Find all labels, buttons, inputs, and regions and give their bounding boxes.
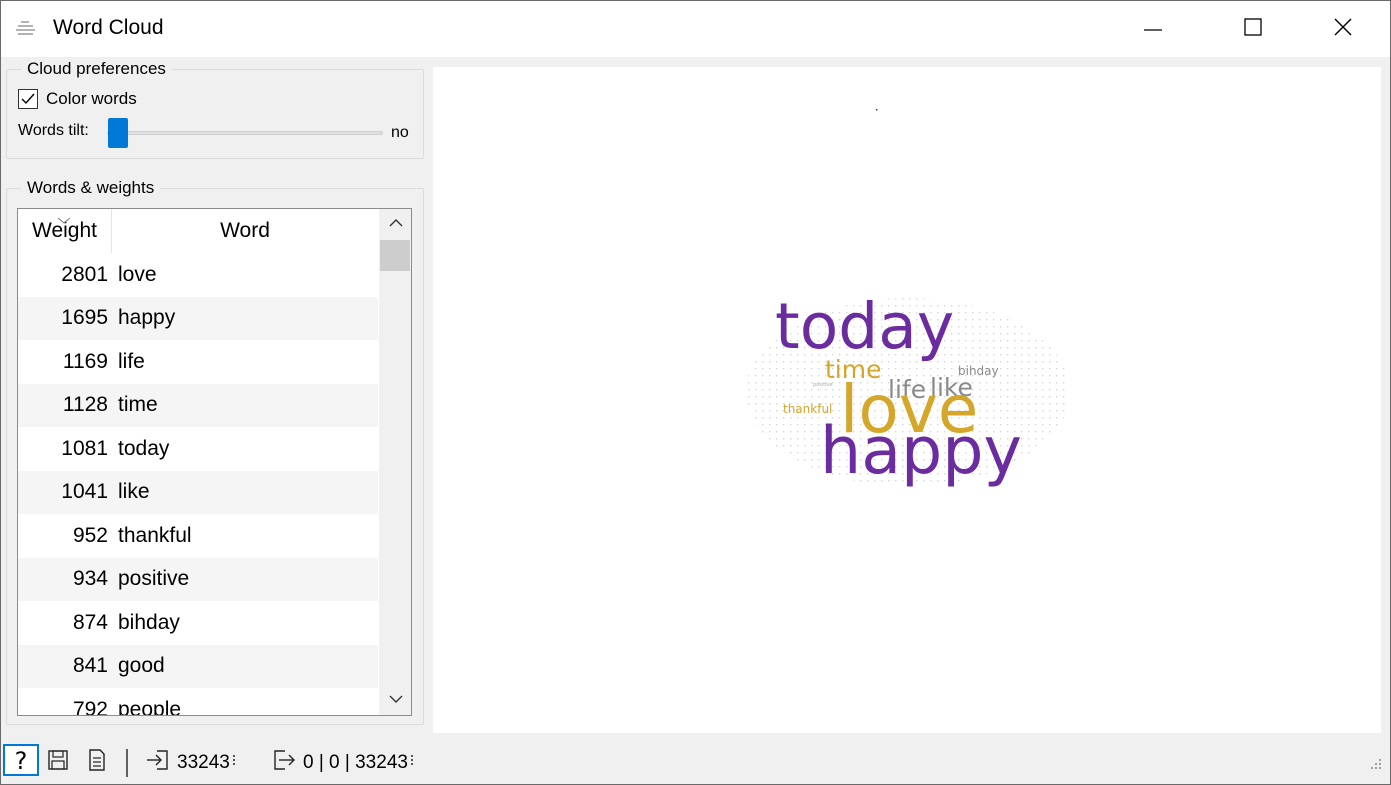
word-cell: thankful xyxy=(118,523,192,547)
window-title: Word Cloud xyxy=(53,16,164,39)
cloud-word-happy: happy xyxy=(820,414,1023,489)
close-icon xyxy=(1333,17,1353,42)
weight-cell: 1695 xyxy=(61,306,108,330)
checkmark-icon xyxy=(21,93,35,105)
sort-descending-icon xyxy=(57,209,71,231)
word-cell: time xyxy=(118,393,158,417)
words-weights-title: Words & weights xyxy=(21,178,161,198)
cloud-preferences-title: Cloud preferences xyxy=(21,59,172,79)
color-words-checkbox[interactable]: Color words xyxy=(18,89,137,109)
cloud-word-today: today xyxy=(775,290,955,363)
table-row[interactable]: 1695 happy xyxy=(18,296,378,340)
weight-cell: 874 xyxy=(72,610,108,634)
word-cell: happy xyxy=(118,306,176,330)
report-button[interactable] xyxy=(87,741,107,784)
table-row[interactable]: 2801 love xyxy=(18,253,378,297)
weight-cell: 1081 xyxy=(61,436,108,460)
weight-cell: 1169 xyxy=(62,349,108,373)
word-cell: love xyxy=(118,262,157,286)
minimize-button[interactable] xyxy=(1125,1,1181,57)
report-icon xyxy=(87,748,107,777)
title-bar: Word Cloud xyxy=(1,1,1390,57)
minimize-icon xyxy=(1143,17,1163,42)
help-icon: ? xyxy=(3,742,39,783)
table-row[interactable]: 952 thankful xyxy=(18,514,378,558)
table-row[interactable]: 1169 life xyxy=(18,340,378,384)
weight-cell: 2801 xyxy=(61,262,108,286)
word-cell: like xyxy=(118,480,150,504)
scroll-down-button[interactable] xyxy=(379,685,411,713)
word-cell: life xyxy=(118,349,145,373)
svg-text:?: ? xyxy=(15,747,28,775)
weight-cell: 1041 xyxy=(61,480,108,504)
input-icon xyxy=(145,748,171,777)
table-row[interactable]: 934 positive xyxy=(18,557,378,601)
table-row[interactable]: 1041 like xyxy=(18,470,378,514)
word-cloud-icon xyxy=(15,19,37,39)
more-icon xyxy=(232,753,236,772)
word-cloud-canvas[interactable]: today time life like bihday positive tha… xyxy=(433,67,1381,733)
vertical-scrollbar[interactable] xyxy=(379,209,411,715)
checkbox-box[interactable] xyxy=(18,89,38,109)
table-row[interactable]: 874 bihday xyxy=(18,601,378,645)
word-cell: people xyxy=(118,697,182,716)
help-button[interactable]: ? xyxy=(3,741,39,784)
scroll-thumb[interactable] xyxy=(380,240,410,271)
column-header-word[interactable]: Word xyxy=(112,209,378,253)
output-icon xyxy=(271,748,297,777)
maximize-icon xyxy=(1243,17,1263,42)
table-header: Weight Word xyxy=(18,209,378,253)
table-row[interactable]: 841 good xyxy=(18,644,378,688)
table-row[interactable]: 1081 today xyxy=(18,427,378,471)
save-icon xyxy=(47,749,69,776)
words-weights-group: Words & weights Weight Word 2801 love 1695… xyxy=(6,178,424,725)
word-cloud-window: Word Cloud Cloud preferences Color words… xyxy=(0,0,1391,785)
weight-cell: 934 xyxy=(72,567,108,591)
words-table[interactable]: Weight Word 2801 love 1695 happy 1169 life 112… xyxy=(17,208,412,716)
status-divider xyxy=(125,741,129,784)
scroll-up-button[interactable] xyxy=(379,209,411,237)
column-header-weight[interactable]: Weight xyxy=(18,209,112,253)
cloud-word-positive: positive xyxy=(813,382,833,388)
word-header-label: Word xyxy=(220,219,270,242)
maximize-button[interactable] xyxy=(1225,1,1281,57)
words-tilt-label: Words tilt: xyxy=(18,122,89,139)
output-summary[interactable]: 0 | 0 | 33243 xyxy=(271,741,414,784)
weight-cell: 1128 xyxy=(62,393,108,417)
words-tilt-slider-handle[interactable] xyxy=(108,118,128,148)
close-button[interactable] xyxy=(1315,1,1371,57)
table-body: 2801 love 1695 happy 1169 life 1128 time 1081 tod… xyxy=(18,253,378,716)
output-count: 0 | 0 | 33243 xyxy=(303,751,408,773)
weight-cell: 952 xyxy=(72,523,108,547)
table-row[interactable]: 792 people xyxy=(18,688,378,716)
word-cell: good xyxy=(118,654,165,678)
word-cell: positive xyxy=(118,567,190,591)
words-tilt-slider[interactable] xyxy=(107,131,383,135)
input-count: 33243 xyxy=(177,751,230,773)
color-words-label: Color words xyxy=(46,89,137,108)
more-icon xyxy=(410,753,414,772)
input-summary[interactable]: 33243 xyxy=(145,741,236,784)
word-cell: today xyxy=(118,436,170,460)
weight-cell: 841 xyxy=(72,654,108,678)
table-row[interactable]: 1128 time xyxy=(18,383,378,427)
status-bar: ? 33243 0 | 0 | 33243 xyxy=(1,741,1390,784)
resize-grip[interactable] xyxy=(1367,741,1383,784)
word-cell: bihday xyxy=(118,610,180,634)
words-tilt-value: no xyxy=(391,124,409,141)
cloud-preferences-group: Cloud preferences Color words Words tilt… xyxy=(6,59,424,159)
weight-cell: 792 xyxy=(72,697,108,716)
chevron-up-icon xyxy=(389,219,402,227)
save-button[interactable] xyxy=(47,741,69,784)
chevron-down-icon xyxy=(389,695,402,703)
